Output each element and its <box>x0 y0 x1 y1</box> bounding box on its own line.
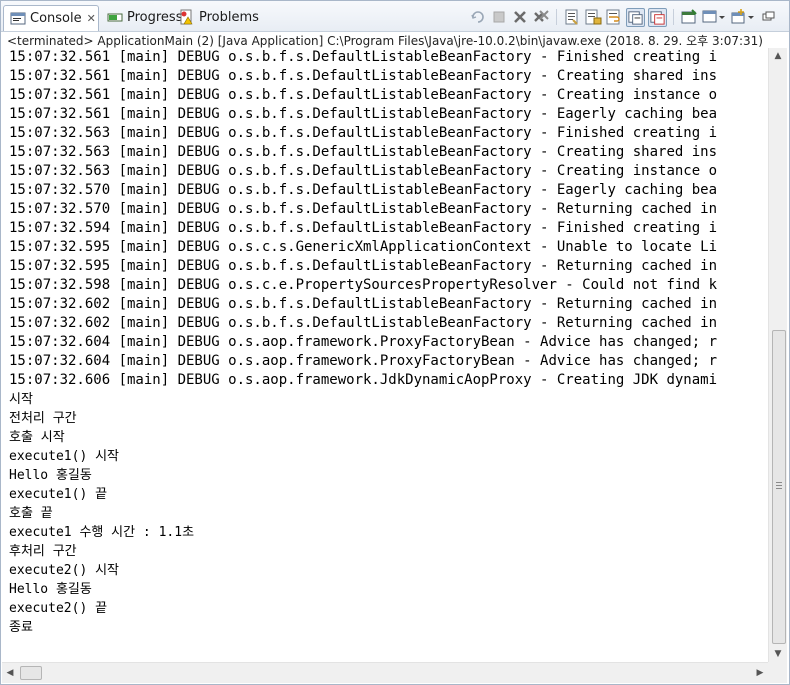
console-output[interactable]: 15:07:32.561 [main] DEBUG o.s.b.f.s.Defa… <box>2 48 767 662</box>
vertical-scrollbar[interactable]: ▲ ▼ <box>768 48 787 662</box>
console-icon <box>10 11 26 27</box>
console-line: execute2() 시작 <box>9 563 120 578</box>
terminate-icon[interactable] <box>490 8 508 26</box>
remove-all-icon[interactable] <box>532 8 550 26</box>
vertical-scroll-thumb[interactable] <box>772 330 786 644</box>
remove-all-terminated-icon[interactable] <box>511 8 529 26</box>
scroll-left-icon[interactable]: ◀ <box>2 663 18 683</box>
console-line: 15:07:32.604 [main] DEBUG o.s.aop.framew… <box>9 353 718 369</box>
clear-console-icon[interactable] <box>563 8 581 26</box>
tab-progress[interactable]: Progress <box>101 5 182 29</box>
console-line: 15:07:32.602 [main] DEBUG o.s.b.f.s.Defa… <box>9 296 718 312</box>
console-line: 전처리 구간 <box>9 411 77 426</box>
console-line: 종료 <box>9 620 33 635</box>
scrollbar-corner <box>768 662 787 683</box>
console-line: 15:07:32.594 [main] DEBUG o.s.b.f.s.Defa… <box>9 220 718 236</box>
console-line: 15:07:32.595 [main] DEBUG o.s.b.f.s.Defa… <box>9 258 718 274</box>
console-line: 15:07:32.561 [main] DEBUG o.s.b.f.s.Defa… <box>9 106 718 122</box>
console-line: 15:07:32.570 [main] DEBUG o.s.b.f.s.Defa… <box>9 182 718 198</box>
console-view: Console ✕ Progress Problems <terminated>… <box>0 0 790 685</box>
console-line: execute1() 시작 <box>9 449 120 464</box>
console-line: execute2() 끝 <box>9 601 108 616</box>
scroll-down-icon[interactable]: ▼ <box>769 646 787 662</box>
console-line: 15:07:32.563 [main] DEBUG o.s.b.f.s.Defa… <box>9 144 718 160</box>
console-line: 15:07:32.563 [main] DEBUG o.s.b.f.s.Defa… <box>9 163 718 179</box>
progress-icon <box>107 9 123 25</box>
minimize-icon[interactable] <box>759 8 777 26</box>
view-tab-bar: Console ✕ Progress Problems <box>1 1 789 32</box>
console-line: 15:07:32.561 [main] DEBUG o.s.b.f.s.Defa… <box>9 49 718 65</box>
word-wrap-icon[interactable] <box>605 8 623 26</box>
console-line: 15:07:32.598 [main] DEBUG o.s.c.e.Proper… <box>9 277 718 293</box>
problems-icon <box>179 9 195 25</box>
console-line: 시작 <box>9 392 33 407</box>
scroll-lock-icon[interactable] <box>584 8 602 26</box>
console-line: Hello 홍길동 <box>9 468 92 483</box>
scroll-right-icon[interactable]: ▶ <box>752 663 768 683</box>
horizontal-scrollbar[interactable]: ◀ ▶ <box>2 662 768 683</box>
grip-line <box>776 485 782 486</box>
toolbar-separator <box>673 9 674 25</box>
console-line: 15:07:32.561 [main] DEBUG o.s.b.f.s.Defa… <box>9 68 718 84</box>
horizontal-scroll-thumb[interactable] <box>20 666 42 680</box>
console-line: 15:07:32.570 [main] DEBUG o.s.b.f.s.Defa… <box>9 201 718 217</box>
show-stdout-icon[interactable] <box>626 7 645 27</box>
console-line: 15:07:32.561 [main] DEBUG o.s.b.f.s.Defa… <box>9 87 718 103</box>
console-line: 15:07:32.563 [main] DEBUG o.s.b.f.s.Defa… <box>9 125 718 141</box>
close-icon[interactable]: ✕ <box>87 12 96 25</box>
console-line: 15:07:32.606 [main] DEBUG o.s.aop.framew… <box>9 372 718 388</box>
tab-problems-label: Problems <box>199 9 259 25</box>
launch-status: <terminated> ApplicationMain (2) [Java A… <box>7 34 763 48</box>
tab-problems[interactable]: Problems <box>173 5 259 29</box>
console-line: 15:07:32.604 [main] DEBUG o.s.aop.framew… <box>9 334 718 350</box>
scroll-up-icon[interactable]: ▲ <box>769 48 787 64</box>
toolbar-separator <box>556 9 557 25</box>
console-line: execute1 수행 시간 : 1.1초 <box>9 525 195 540</box>
console-line: 후처리 구간 <box>9 544 77 559</box>
grip-line <box>776 488 782 489</box>
console-line: 15:07:32.595 [main] DEBUG o.s.c.s.Generi… <box>9 239 718 255</box>
display-console-icon[interactable] <box>701 8 727 26</box>
console-line: 호출 시작 <box>9 430 65 445</box>
console-line: Hello 홍길동 <box>9 582 92 597</box>
pin-console-icon[interactable] <box>680 8 698 26</box>
tab-console[interactable]: Console ✕ <box>3 5 99 31</box>
show-stderr-icon[interactable] <box>648 7 667 27</box>
console-toolbar <box>469 7 777 27</box>
console-line: 호출 끝 <box>9 506 53 521</box>
new-console-icon[interactable] <box>730 8 756 26</box>
console-line: execute1() 끝 <box>9 487 108 502</box>
tab-console-label: Console <box>30 11 82 26</box>
remove-launch-icon[interactable] <box>469 8 487 26</box>
grip-line <box>776 482 782 483</box>
console-line: 15:07:32.602 [main] DEBUG o.s.b.f.s.Defa… <box>9 315 718 331</box>
